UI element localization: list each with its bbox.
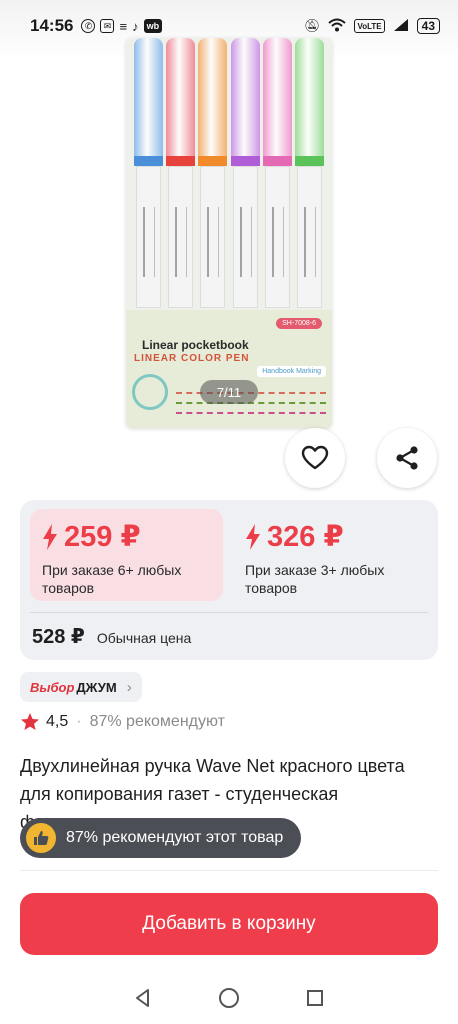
tier-price-value: 259 ₽ [64,521,141,553]
nav-home-button[interactable] [214,983,244,1013]
add-to-cart-button[interactable]: Добавить в корзину [20,893,438,955]
signal-icon [393,18,409,35]
rating-row[interactable]: 4,5 · 87% рекомендуют [20,712,225,732]
lightning-icon [246,523,260,550]
price-tier-3plus[interactable]: 326 ₽ При заказе 3+ любых товаров [233,509,426,601]
system-nav-bar [0,972,458,1024]
whatsapp-icon: ✆ [81,19,96,33]
pens-illustration [132,38,326,308]
wave-line [176,412,326,415]
status-bar: 14:56 ✆ ✉ ≡ ♪ wb 🔕︎ VoLTE 43 [0,0,458,52]
gallery-pager: 7/11 [200,380,258,404]
mute-icon: 🔕︎ [303,18,321,33]
pen-illustration [262,38,292,308]
favorite-button[interactable] [285,428,345,488]
recommend-toast: 87% рекомендуют этот товар [20,818,302,858]
pen-illustration [294,38,324,308]
wifi-icon [328,18,347,35]
back-button[interactable] [18,62,54,98]
arrow-left-icon [26,71,46,89]
battery-icon: 43 [416,18,440,34]
regular-price: 528 ₽ Обычная цена [32,624,191,649]
nav-back-button[interactable] [128,983,158,1013]
package-badge: Handbook Marking [257,366,326,377]
pen-illustration [134,38,163,308]
heart-icon [301,445,329,470]
recommend-percent: 87% рекомендуют [89,713,225,730]
status-time: 14:56 [30,16,74,35]
product-gallery[interactable]: SH-7008-6 Linear pocketbook LINEAR COLOR… [0,0,458,500]
thumbs-up-icon [26,823,56,853]
pen-illustration [230,38,260,308]
package-title: Linear pocketbook [142,338,249,352]
tier-price: 326 ₽ [245,519,414,554]
notification-icons: ✆ ✉ ≡ ♪ wb [81,18,163,34]
square-recents-icon [307,990,323,1006]
package-code: SH-7008-6 [276,318,322,329]
star-icon [21,713,39,730]
sound-icon: ♪ [132,18,139,34]
share-button[interactable] [377,428,437,488]
tier-price: 259 ₽ [42,519,211,554]
share-icon [396,446,418,470]
regular-price-value: 528 ₽ [32,626,85,648]
tier-condition: При заказе 6+ любых товаров [42,562,182,596]
roller-logo-icon [132,374,168,410]
brand-prefix: Выбор [30,679,75,695]
toast-text: 87% рекомендуют этот товар [66,829,284,846]
pen-illustration [198,38,228,308]
tier-price-value: 326 ₽ [267,521,344,553]
tier-condition: При заказе 3+ любых товаров [245,562,385,596]
notes-icon: ≡ [119,18,128,34]
system-icons: 🔕︎ VoLTE 43 [304,18,440,35]
lightning-icon [43,523,57,550]
divider [30,612,428,613]
pen-illustration [166,38,196,308]
brand-name: ДЖУМ [76,679,117,695]
regular-price-label: Обычная цена [96,630,192,646]
price-tier-6plus[interactable]: 259 ₽ При заказе 6+ любых товаров [30,509,223,601]
divider [20,870,438,871]
nav-recents-button[interactable] [300,983,330,1013]
brand-chip[interactable]: Выбор ДЖУМ › [20,672,142,702]
circle-home-icon [219,988,239,1008]
separator-dot: · [76,713,82,730]
product-image: SH-7008-6 Linear pocketbook LINEAR COLOR… [126,38,332,428]
viber-icon: ✉ [100,19,115,33]
wildberries-icon: wb [143,19,163,33]
chevron-right-icon: › [126,678,132,696]
rating-score: 4,5 [46,713,69,730]
package-card: SH-7008-6 Linear pocketbook LINEAR COLOR… [126,310,332,428]
triangle-back-icon [136,989,149,1007]
package-subtitle: LINEAR COLOR PEN [134,353,250,364]
volte-icon: VoLTE [354,19,385,33]
price-panel: 259 ₽ При заказе 6+ любых товаров 326 ₽ … [20,500,438,660]
